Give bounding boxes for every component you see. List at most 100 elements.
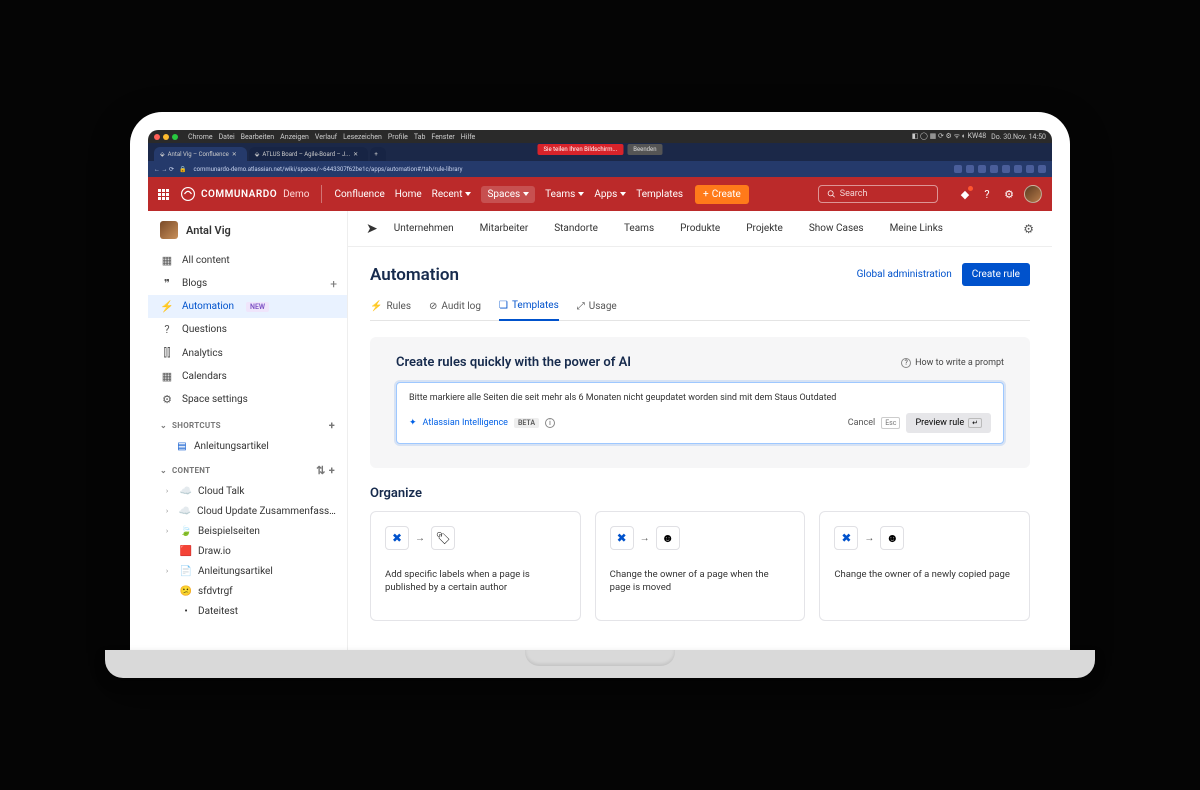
browser-tab[interactable]: ⬙ ATLUS Board – Agile-Board – J... ✕	[249, 147, 368, 161]
ai-sparkle-icon: ✦	[409, 418, 417, 428]
tree-item[interactable]: ›📄Anleitungsartikel	[148, 561, 347, 581]
nav-templates[interactable]: Templates	[636, 189, 683, 200]
content-filter-icon[interactable]: ⇅ +	[316, 464, 335, 477]
add-shortcut-icon[interactable]: +	[329, 419, 335, 432]
sidebar-item-analytics[interactable]: ⫿⫿Analytics	[148, 341, 347, 365]
macos-menubar: ChromeDateiBearbeitenAnzeigenVerlaufLese…	[148, 130, 1052, 143]
settings-icon[interactable]: ⚙	[1002, 187, 1016, 201]
tree-item[interactable]: •Dateitest	[148, 601, 347, 621]
browser-url-bar[interactable]: ← → ⟳🔒communardo-demo.atlassian.net/wiki…	[148, 161, 1052, 177]
profile-avatar[interactable]	[1024, 185, 1042, 203]
esc-key-hint: Esc	[881, 417, 900, 429]
tag-icon: 🏷	[431, 526, 455, 550]
arrow-icon: →	[415, 533, 425, 544]
product-header: COMMUNARDO Demo Confluence Home Recent S…	[148, 177, 1052, 211]
organize-heading: Organize	[370, 486, 1030, 501]
tab-audit-log[interactable]: ⊘Audit log	[429, 300, 481, 320]
nav-apps[interactable]: Apps	[594, 189, 626, 200]
screen-share-badge: Sie teilen Ihren Bildschirm...	[537, 144, 623, 155]
nav-teams[interactable]: Teams	[545, 189, 584, 200]
arrow-icon: →	[864, 533, 874, 544]
nav-home[interactable]: Home	[395, 189, 422, 200]
confluence-icon: ✖	[610, 526, 634, 550]
template-description: Change the owner of a newly copied page	[834, 568, 1015, 581]
person-icon: ☻	[656, 526, 680, 550]
preview-rule-button[interactable]: Preview rule↵	[906, 413, 991, 433]
browser-tab-strip: ⬙ Antal Vig – Confluence ✕ ⬙ ATLUS Board…	[148, 143, 1052, 161]
tab-templates[interactable]: ❏Templates	[499, 300, 559, 321]
send-icon[interactable]: ➤	[366, 221, 378, 237]
search-input[interactable]	[818, 185, 938, 203]
browser-new-tab[interactable]: +	[370, 147, 386, 161]
space-nav-item[interactable]: Standorte	[554, 223, 608, 234]
create-button[interactable]: + Create	[695, 185, 749, 204]
person-icon: ☻	[880, 526, 904, 550]
beta-badge: BETA	[514, 418, 539, 428]
stop-share-button[interactable]: Beenden	[627, 144, 662, 155]
automation-tabs: ⚡Rules ⊘Audit log ❏Templates ⤢Usage	[370, 300, 1030, 321]
cancel-button[interactable]: Cancel	[848, 418, 875, 428]
sidebar-item-questions[interactable]: ?Questions	[148, 318, 347, 341]
confluence-icon: ✖	[385, 526, 409, 550]
space-nav-item[interactable]: Produkte	[680, 223, 730, 234]
info-icon[interactable]: i	[545, 418, 555, 428]
template-card[interactable]: ✖ → ☻ Change the owner of a newly copied…	[819, 511, 1030, 621]
product-logo[interactable]: COMMUNARDO Demo	[181, 187, 309, 201]
template-description: Change the owner of a page when the page…	[610, 568, 791, 595]
confluence-icon: ✖	[834, 526, 858, 550]
tab-rules[interactable]: ⚡Rules	[370, 300, 411, 320]
space-nav: ➤ Unternehmen Mitarbeiter Standorte Team…	[348, 211, 1052, 247]
arrow-icon: →	[640, 533, 650, 544]
space-nav-item[interactable]: Unternehmen	[394, 223, 464, 234]
space-nav-item[interactable]: Mitarbeiter	[480, 223, 539, 234]
nav-confluence[interactable]: Confluence	[334, 189, 384, 200]
template-description: Add specific labels when a page is publi…	[385, 568, 566, 595]
ai-prompt-card: Create rules quickly with the power of A…	[370, 337, 1030, 468]
enter-key-icon: ↵	[968, 418, 982, 428]
sidebar-section-content[interactable]: ⌄CONTENT⇅ +	[148, 456, 347, 481]
notifications-icon[interactable]: ◆	[958, 187, 972, 201]
nav-recent[interactable]: Recent	[432, 189, 472, 200]
help-icon: ?	[901, 358, 911, 368]
space-nav-item[interactable]: Teams	[624, 223, 664, 234]
app-window: ChromeDateiBearbeitenAnzeigenVerlaufLese…	[148, 130, 1052, 650]
sidebar-item-blogs[interactable]: ❞Blogs+	[148, 272, 347, 295]
sidebar-section-shortcuts[interactable]: ⌄SHORTCUTS+	[148, 411, 347, 436]
sidebar-item-calendars[interactable]: ▦Calendars	[148, 365, 347, 388]
global-admin-link[interactable]: Global administration	[857, 269, 952, 280]
sidebar-user[interactable]: Antal Vig	[148, 211, 347, 249]
tree-item[interactable]: 🟥Draw.io	[148, 541, 347, 561]
app-switcher-icon[interactable]	[158, 189, 169, 200]
bolt-icon: ⚡	[370, 301, 382, 312]
copy-icon: ❏	[499, 300, 508, 311]
space-nav-item[interactable]: Show Cases	[809, 223, 874, 234]
tree-item[interactable]: ›☁️Cloud Update Zusammenfassungen	[148, 501, 347, 521]
create-rule-button[interactable]: Create rule	[962, 263, 1030, 286]
add-blog-icon[interactable]: +	[330, 277, 337, 291]
tree-item[interactable]: ›☁️Cloud Talk	[148, 481, 347, 501]
ai-brand-label: Atlassian Intelligence	[423, 418, 508, 428]
sidebar: Antal Vig ▦All content ❞Blogs+ ⚡Automati…	[148, 211, 348, 650]
clock-icon: ⊘	[429, 301, 437, 312]
how-to-prompt-link[interactable]: ?How to write a prompt	[901, 358, 1004, 368]
template-card[interactable]: ✖ → ☻ Change the owner of a page when th…	[595, 511, 806, 621]
tab-usage[interactable]: ⤢Usage	[577, 300, 617, 320]
sidebar-item-space-settings[interactable]: ⚙Space settings	[148, 388, 347, 411]
tree-item[interactable]: 😕sfdvtrgf	[148, 581, 347, 601]
chart-icon: ⤢	[577, 301, 585, 312]
browser-tab[interactable]: ⬙ Antal Vig – Confluence ✕	[154, 147, 247, 161]
space-settings-icon[interactable]: ⚙	[1023, 222, 1034, 236]
space-nav-item[interactable]: Projekte	[746, 223, 793, 234]
tree-item[interactable]: ›🍃Beispielseiten	[148, 521, 347, 541]
template-card[interactable]: ✖ → 🏷 Add specific labels when a page is…	[370, 511, 581, 621]
help-icon[interactable]: ?	[980, 187, 994, 201]
sidebar-item-automation[interactable]: ⚡AutomationNEW	[148, 295, 347, 318]
user-avatar-icon	[160, 221, 178, 239]
search-icon	[827, 189, 836, 199]
sidebar-item-all-content[interactable]: ▦All content	[148, 249, 347, 272]
shortcut-item[interactable]: ▤Anleitungsartikel	[148, 436, 347, 456]
space-nav-item[interactable]: Meine Links	[890, 223, 953, 234]
nav-spaces[interactable]: Spaces	[481, 186, 535, 203]
prompt-text: Bitte markiere alle Seiten die seit mehr…	[409, 393, 991, 403]
ai-prompt-input[interactable]: Bitte markiere alle Seiten die seit mehr…	[396, 382, 1004, 444]
